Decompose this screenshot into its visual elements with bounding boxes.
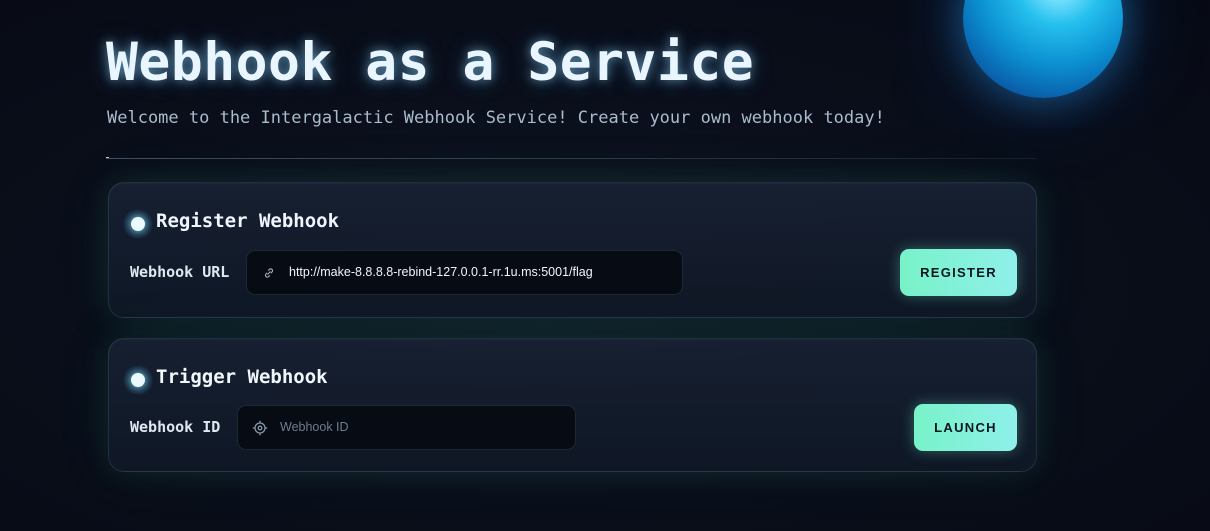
glowing-orb-decoration (963, 0, 1123, 98)
link-icon (259, 263, 279, 283)
trigger-webhook-card: Trigger Webhook Webhook ID LAUNCH (108, 338, 1037, 472)
crosshair-icon (250, 418, 270, 438)
webhook-id-field[interactable] (237, 405, 576, 450)
webhook-url-label: Webhook URL (130, 263, 230, 281)
header-divider (106, 158, 1036, 159)
launch-button[interactable]: LAUNCH (914, 404, 1017, 451)
page: Webhook as a Service Welcome to the Inte… (0, 0, 1210, 531)
webhook-url-field[interactable] (246, 250, 683, 295)
page-title: Webhook as a Service (106, 32, 755, 93)
divider-mark (106, 157, 109, 158)
register-button[interactable]: REGISTER (900, 249, 1017, 296)
page-subtitle: Welcome to the Intergalactic Webhook Ser… (107, 108, 885, 128)
trigger-card-title: Trigger Webhook (156, 366, 328, 388)
register-card-title: Register Webhook (156, 210, 340, 232)
webhook-id-input[interactable] (280, 406, 565, 449)
webhook-id-label: Webhook ID (130, 418, 221, 436)
status-dot-icon (123, 209, 153, 239)
register-webhook-card: Register Webhook Webhook URL REGISTER (108, 182, 1037, 318)
webhook-url-input[interactable] (289, 251, 672, 294)
status-dot-icon (123, 365, 153, 395)
